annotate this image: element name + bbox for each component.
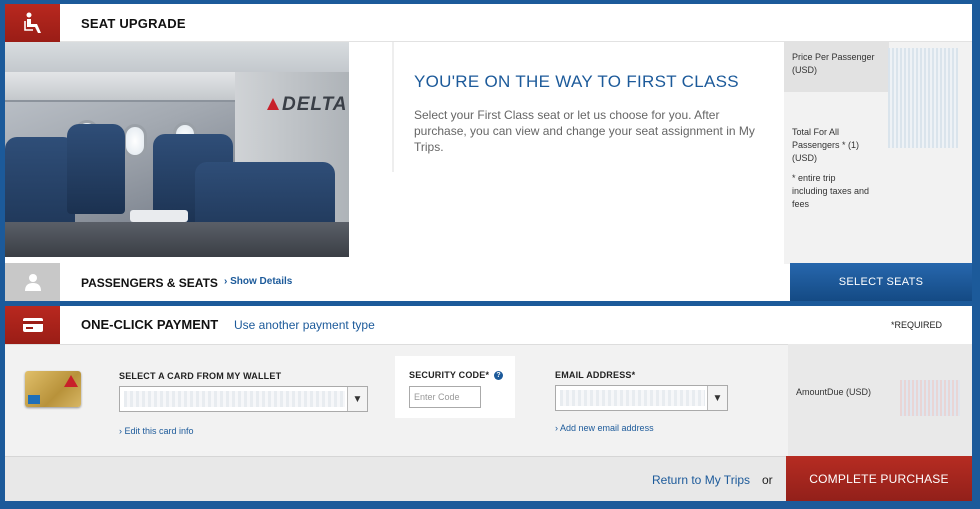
credit-card-image: [25, 371, 81, 407]
person-icon: [5, 263, 60, 301]
price-summary: Price Per Passenger (USD) Total For All …: [784, 42, 972, 264]
seat-upgrade-title: SEAT UPGRADE: [81, 16, 186, 31]
security-code-input[interactable]: [409, 386, 481, 408]
or-text: or: [762, 473, 773, 487]
chevron-down-icon[interactable]: ▼: [707, 386, 727, 410]
promo-section: YOU'RE ON THE WAY TO FIRST CLASS Select …: [394, 42, 784, 172]
edit-card-link[interactable]: › Edit this card info: [119, 426, 194, 436]
promo-text: Select your First Class seat or let us c…: [414, 108, 755, 154]
seat-icon: [5, 4, 60, 42]
show-details-link[interactable]: › Show Details: [224, 276, 292, 287]
payment-panel: ONE-CLICK PAYMENT Use another payment ty…: [5, 306, 972, 501]
add-email-link[interactable]: › Add new email address: [555, 423, 654, 433]
passengers-seats-title: PASSENGERS & SEATS: [81, 276, 218, 290]
price-values-redacted: [888, 48, 958, 148]
email-label: EMAIL ADDRESS*: [555, 370, 636, 380]
seat-upgrade-panel: SEAT UPGRADE DELTA YOU'RE ON THE WAY TO …: [5, 4, 972, 301]
promo-title: YOU'RE ON THE WAY TO FIRST CLASS: [414, 72, 739, 91]
another-payment-link[interactable]: Use another payment type: [234, 318, 375, 332]
return-to-my-trips-link[interactable]: Return to My Trips: [652, 473, 750, 487]
select-seats-button[interactable]: SELECT SEATS: [790, 263, 972, 301]
price-footnote: * entire trip including taxes and fees: [792, 173, 870, 209]
payment-title: ONE-CLICK PAYMENT: [81, 317, 219, 332]
amount-value-redacted: [900, 380, 960, 416]
help-icon[interactable]: ?: [494, 371, 504, 380]
email-select-value-redacted: [560, 390, 705, 406]
security-code-label: SECURITY CODE*?: [409, 370, 504, 380]
cabin-photo: DELTA: [5, 42, 349, 257]
amount-due-label: AmountDue (USD): [796, 387, 872, 397]
chevron-down-icon[interactable]: ▼: [347, 387, 367, 411]
required-note: *REQUIRED: [891, 320, 943, 330]
total-label: Total For All Passengers * (1) (USD): [792, 127, 860, 163]
card-select-label: SELECT A CARD FROM MY WALLET: [119, 371, 282, 381]
card-select[interactable]: ▼: [119, 386, 368, 412]
credit-card-icon: [5, 306, 60, 344]
email-select[interactable]: ▼: [555, 385, 728, 411]
card-select-value-redacted: [124, 391, 345, 407]
delta-logo: DELTA: [267, 94, 348, 116]
amount-due-box: AmountDue (USD): [788, 344, 972, 456]
complete-purchase-button[interactable]: COMPLETE PURCHASE: [786, 456, 972, 501]
price-per-passenger-label: Price Per Passenger (USD): [792, 52, 875, 75]
